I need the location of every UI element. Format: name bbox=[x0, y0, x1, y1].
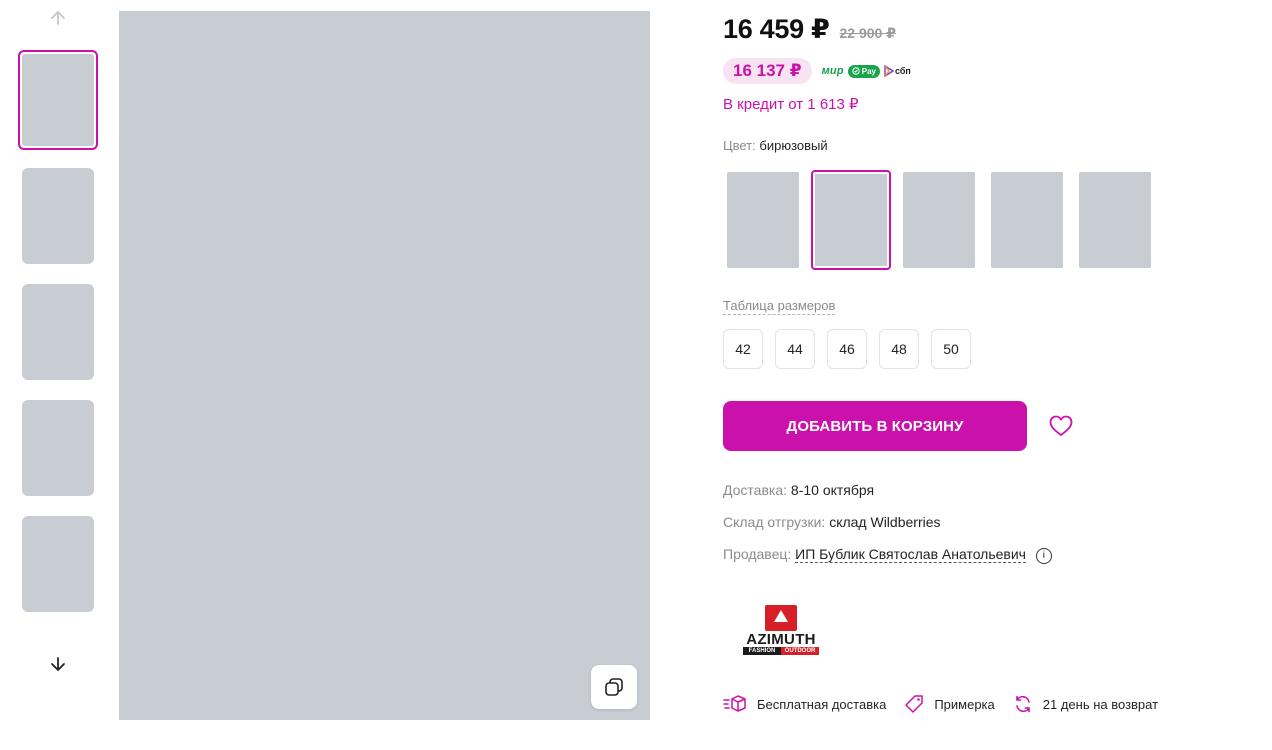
delivery-date: 8-10 октября bbox=[790, 482, 875, 498]
price-row: 16 459 ₽ 22 900 ₽ bbox=[723, 14, 896, 45]
sbp-icon: сбп bbox=[884, 65, 911, 77]
color-swatch-burgundy[interactable] bbox=[991, 172, 1063, 268]
gpay-icon: Pay bbox=[847, 64, 880, 78]
brand-subtitle: FASHION OUTDOOR bbox=[743, 647, 819, 655]
size-option-44[interactable]: 44 bbox=[775, 329, 815, 369]
payment-icons: мир Pay сбп bbox=[821, 64, 911, 78]
benefit-try-on: Примерка bbox=[904, 694, 995, 714]
box-icon bbox=[723, 695, 746, 712]
thumbnail-image bbox=[22, 54, 94, 146]
color-label-key: Цвет: bbox=[723, 138, 756, 153]
benefit-free-delivery-label: Бесплатная доставка bbox=[757, 696, 887, 712]
brand-mark-icon bbox=[765, 605, 797, 631]
size-option-48[interactable]: 48 bbox=[879, 329, 919, 369]
add-to-cart-button[interactable]: ДОБАВИТЬ В КОРЗИНУ bbox=[723, 401, 1027, 451]
info-icon[interactable]: i bbox=[1035, 547, 1052, 564]
thumbnails-prev-button[interactable] bbox=[46, 6, 70, 30]
seller-link[interactable]: ИП Бублик Святослав Анатольевич bbox=[795, 546, 1026, 563]
old-price: 22 900 ₽ bbox=[839, 25, 896, 41]
benefit-try-on-label: Примерка bbox=[934, 696, 995, 712]
wallet-price-row: 16 137 ₽ мир Pay сбп bbox=[723, 58, 911, 84]
refresh-icon bbox=[1015, 695, 1030, 713]
color-swatch-turquoise[interactable] bbox=[811, 170, 891, 270]
delivery-label: Доставка: bbox=[723, 482, 788, 498]
color-swatch-red[interactable] bbox=[1079, 172, 1151, 268]
brand-logo[interactable]: AZIMUTH FASHION OUTDOOR bbox=[741, 605, 821, 655]
size-option-50[interactable]: 50 bbox=[931, 329, 971, 369]
swatch-image bbox=[815, 174, 887, 266]
warehouse-label: Склад отгрузки: bbox=[723, 514, 826, 530]
warehouse-info: Склад отгрузки: склад Wildberries bbox=[723, 514, 941, 530]
color-label: Цвет: бирюзовый bbox=[723, 138, 828, 153]
current-price: 16 459 ₽ bbox=[723, 14, 830, 44]
wallet-price: 16 137 ₽ bbox=[723, 58, 812, 84]
tag-icon bbox=[905, 695, 924, 713]
brand-name: AZIMUTH bbox=[746, 631, 816, 648]
seller-label: Продавец: bbox=[723, 546, 792, 562]
mir-icon: мир bbox=[821, 65, 844, 77]
zoom-button[interactable] bbox=[591, 665, 637, 709]
favorite-button[interactable] bbox=[1046, 412, 1076, 440]
color-swatch-purple[interactable] bbox=[727, 172, 799, 268]
brand-sub-right: OUTDOOR bbox=[781, 647, 819, 655]
benefit-returns: 21 день на возврат bbox=[1013, 694, 1158, 714]
heart-icon bbox=[1049, 415, 1073, 436]
seller-info: Продавец: ИП Бублик Святослав Анатольеви… bbox=[723, 546, 1052, 564]
size-option-42[interactable]: 42 bbox=[723, 329, 763, 369]
benefit-free-delivery: Бесплатная доставка bbox=[723, 694, 886, 714]
delivery-info: Доставка: 8-10 октября bbox=[723, 482, 874, 498]
color-swatch-yellow[interactable] bbox=[903, 172, 975, 268]
credit-link[interactable]: В кредит от 1 613 ₽ bbox=[723, 95, 859, 113]
thumbnail-4[interactable] bbox=[22, 400, 94, 496]
copy-icon bbox=[605, 678, 623, 696]
thumbnail-1[interactable] bbox=[18, 50, 98, 150]
arrow-down-icon bbox=[51, 657, 65, 671]
gpay-label: Pay bbox=[861, 66, 876, 76]
color-value: бирюзовый bbox=[759, 138, 828, 153]
thumbnail-gallery bbox=[16, 0, 100, 750]
thumbnail-5[interactable] bbox=[22, 516, 94, 612]
benefits-row: Бесплатная доставка Примерка 21 день на … bbox=[723, 694, 1176, 714]
thumbnails-next-button[interactable] bbox=[46, 652, 70, 676]
size-options: 42 44 46 48 50 bbox=[723, 329, 971, 369]
thumbnail-2[interactable] bbox=[22, 168, 94, 264]
sbp-label: сбп bbox=[894, 66, 911, 76]
thumbnail-3[interactable] bbox=[22, 284, 94, 380]
size-option-46[interactable]: 46 bbox=[827, 329, 867, 369]
warehouse-value: склад Wildberries bbox=[829, 514, 941, 530]
size-table-link[interactable]: Таблица размеров bbox=[723, 298, 836, 315]
benefit-returns-label: 21 день на возврат bbox=[1042, 696, 1159, 712]
main-product-image[interactable] bbox=[119, 11, 650, 720]
arrow-up-icon bbox=[51, 11, 65, 25]
brand-sub-left: FASHION bbox=[743, 647, 781, 655]
